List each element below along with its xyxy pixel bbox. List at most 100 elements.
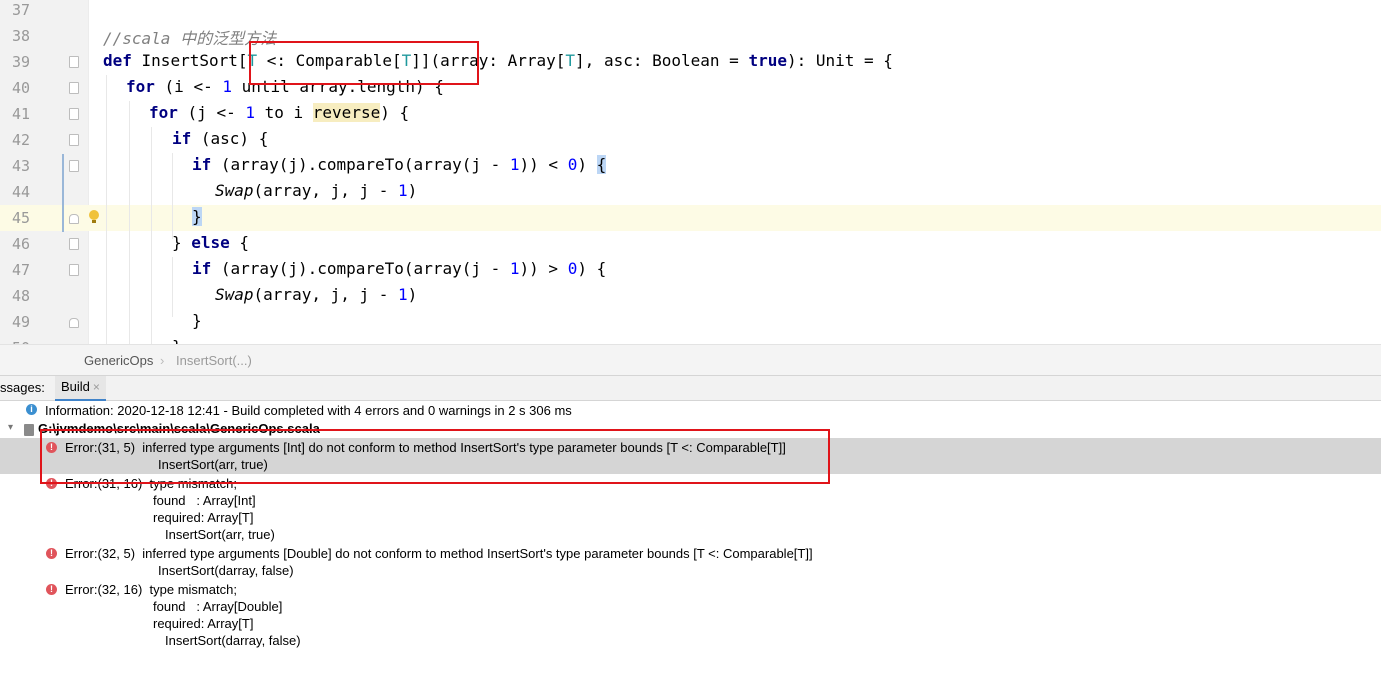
code-token: 1	[222, 77, 232, 96]
code-token: if	[192, 155, 212, 174]
code-line[interactable]: 48 Swap(array, j, j - 1)	[0, 283, 1381, 309]
build-messages-panel: i Information: 2020-12-18 12:41 - Build …	[0, 400, 1381, 699]
fold-marker-icon[interactable]	[69, 108, 79, 120]
code-text: }	[192, 207, 202, 226]
code-token: (array, j, j -	[253, 285, 399, 304]
code-token: 1	[398, 181, 408, 200]
file-icon	[24, 424, 34, 436]
code-token: }	[192, 311, 202, 330]
code-token: Swap	[215, 285, 254, 304]
indent-guide	[172, 153, 173, 239]
build-info-message[interactable]: Information: 2020-12-18 12:41 - Build co…	[45, 403, 572, 418]
code-token: ) {	[577, 259, 607, 278]
code-token: T	[565, 51, 576, 70]
indent-guide	[129, 101, 130, 344]
code-line[interactable]: 47 if (array(j).compareTo(array(j - 1)) >…	[0, 257, 1381, 283]
code-token: if	[172, 129, 192, 148]
code-line[interactable]: 50}	[0, 335, 1381, 344]
code-line[interactable]: 44 Swap(array, j, j - 1)	[0, 179, 1381, 205]
error-icon: !	[46, 548, 57, 559]
chevron-down-icon[interactable]: ▾	[8, 422, 13, 433]
error-detail[interactable]: found : Array[Double]	[153, 599, 282, 614]
code-token: {	[596, 155, 607, 174]
code-token: )) >	[519, 259, 568, 278]
breadcrumb-method[interactable]: InsertSort(...)	[176, 353, 252, 368]
code-token: )	[577, 155, 597, 174]
line-number[interactable]: 43	[0, 157, 30, 175]
line-number[interactable]: 40	[0, 79, 30, 97]
error-detail[interactable]: found : Array[Int]	[153, 493, 256, 508]
code-token: 1	[245, 103, 255, 122]
line-number[interactable]: 38	[0, 27, 30, 45]
fold-marker-icon[interactable]	[69, 160, 79, 172]
fold-marker-icon[interactable]	[69, 264, 79, 276]
code-line[interactable]: 40 for (i <- 1 until array.length) {	[0, 75, 1381, 101]
fold-marker-icon[interactable]	[69, 56, 79, 68]
line-number[interactable]: 39	[0, 53, 30, 71]
tab-build[interactable]: Build ×	[55, 376, 106, 401]
code-text: }	[172, 337, 182, 344]
line-number[interactable]: 44	[0, 183, 30, 201]
code-token: )) <	[519, 155, 568, 174]
fold-marker-icon[interactable]	[69, 134, 79, 146]
code-line[interactable]: 45}	[0, 205, 1381, 231]
code-text: Swap(array, j, j - 1)	[215, 285, 417, 304]
code-text: for (j <- 1 to i reverse) {	[149, 103, 409, 122]
code-text: Swap(array, j, j - 1)	[215, 181, 417, 200]
code-line[interactable]: 41 for (j <- 1 to i reverse) {	[0, 101, 1381, 127]
code-token: )	[407, 181, 418, 200]
line-number[interactable]: 47	[0, 261, 30, 279]
breadcrumb-separator: ›	[160, 353, 165, 368]
error-detail[interactable]: InsertSort(darray, false)	[158, 563, 294, 578]
line-number[interactable]: 45	[0, 209, 30, 227]
code-line[interactable]: 39 def InsertSort[T <: Comparable[T]](arr…	[0, 49, 1381, 75]
line-number[interactable]: 49	[0, 313, 30, 331]
code-token: Swap	[215, 181, 254, 200]
fold-marker-icon[interactable]	[69, 318, 79, 328]
line-number[interactable]: 37	[0, 1, 30, 19]
indent-guide	[151, 127, 152, 344]
fold-marker-icon[interactable]	[69, 214, 79, 224]
code-line[interactable]: 42 if (asc) {	[0, 127, 1381, 153]
fold-marker-icon[interactable]	[69, 238, 79, 250]
code-token: 1	[509, 155, 520, 174]
code-text: } else {	[172, 233, 249, 252]
code-line[interactable]: 37	[0, 0, 1381, 23]
code-line[interactable]: 49}	[0, 309, 1381, 335]
code-text: def InsertSort[T <: Comparable[T]](array…	[103, 51, 893, 70]
code-line[interactable]: 46} else {	[0, 231, 1381, 257]
error-detail[interactable]: InsertSort(arr, true)	[165, 527, 275, 542]
error-detail[interactable]: InsertSort(darray, false)	[165, 633, 301, 648]
code-line[interactable]: 43 if (array(j).compareTo(array(j - 1)) <…	[0, 153, 1381, 179]
lightbulb-icon[interactable]	[89, 210, 99, 223]
line-number[interactable]: 46	[0, 235, 30, 253]
line-number[interactable]: 41	[0, 105, 30, 123]
error-message[interactable]: Error:(32, 5) inferred type arguments [D…	[65, 546, 813, 561]
error-detail[interactable]: required: Array[T]	[153, 510, 253, 525]
vcs-change-marker[interactable]	[62, 154, 64, 232]
code-token: else	[191, 233, 230, 252]
error-detail[interactable]: required: Array[T]	[153, 616, 253, 631]
error-message[interactable]: Error:(32, 16) type mismatch;	[65, 582, 237, 597]
breadcrumb-object[interactable]: GenericOps	[84, 353, 153, 368]
info-icon: i	[26, 404, 37, 415]
code-token: {	[229, 233, 250, 252]
code-line[interactable]: 38//scala 中的泛型方法	[0, 23, 1381, 49]
code-token: to i	[254, 103, 313, 122]
code-editor[interactable]: 37 38//scala 中的泛型方法 39 def InsertSort[T <: …	[0, 0, 1381, 344]
code-token: 1	[509, 259, 520, 278]
code-token: ): Unit = {	[786, 51, 893, 70]
code-token: 1	[398, 285, 408, 304]
code-token: InsertSort[	[131, 51, 248, 70]
code-token: }	[172, 233, 192, 252]
fold-marker-icon[interactable]	[69, 82, 79, 94]
code-text: if (array(j).compareTo(array(j - 1)) > 0…	[192, 259, 606, 278]
code-token: if	[192, 259, 212, 278]
tool-window-title: ssages:	[0, 380, 45, 395]
line-number[interactable]: 42	[0, 131, 30, 149]
code-token: (array, j, j -	[253, 181, 399, 200]
line-number[interactable]: 48	[0, 287, 30, 305]
code-text: if (asc) {	[172, 129, 268, 148]
close-icon[interactable]: ×	[93, 380, 100, 394]
highlight-box-error	[40, 429, 830, 484]
